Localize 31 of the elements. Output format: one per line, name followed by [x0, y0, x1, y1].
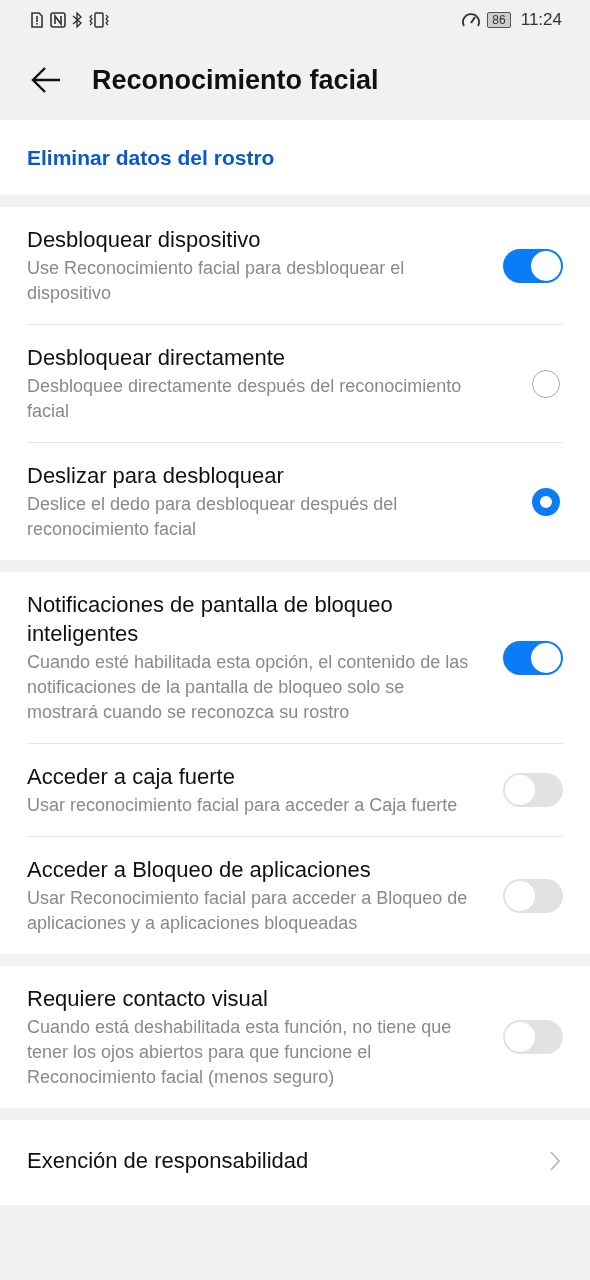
toggle-switch[interactable]	[503, 773, 563, 807]
setting-description: Cuando esté habilitada esta opción, el contenido de las notificaciones de la pantalla de bloqueo solo se mostrará cuando se reconozca su rostro	[27, 651, 470, 724]
speedometer-icon	[461, 12, 482, 28]
setting-description: Cuando está deshabilitada esta función, no tiene que tener los ojos abiertos para que funcione el Reconocimiento facial (menos seguro)	[27, 1016, 453, 1089]
setting-description: Usar reconocimiento facial para acceder a Caja fuerte	[27, 794, 459, 817]
setting-title: Desbloquear directamente	[27, 344, 287, 372]
setting-title: Requiere contacto visual	[27, 985, 269, 1013]
delete-face-data-link[interactable]: Eliminar datos del rostro	[27, 145, 275, 170]
setting-title: Acceder a caja fuerte	[27, 763, 236, 791]
status-time: 11:24	[520, 10, 562, 30]
toggle-switch[interactable]	[503, 878, 563, 913]
vibrate-icon	[88, 12, 110, 28]
toggle-switch[interactable]	[503, 640, 563, 675]
setting-title: Exención de responsabilidad	[27, 1147, 310, 1175]
toggle-switch[interactable]	[503, 248, 563, 283]
battery-level: 86	[487, 12, 511, 28]
setting-description: Desbloquee directamente después del reconocimiento facial	[27, 375, 463, 423]
chevron-right-icon	[550, 1150, 560, 1171]
setting-description: Use Reconocimiento facial para desbloquear el dispositivo	[27, 257, 406, 305]
setting-description: Usar Reconocimiento facial para acceder a Bloqueo de aplicaciones y a aplicaciones bloqueadas	[27, 887, 469, 935]
toggle-switch[interactable]	[503, 1020, 563, 1054]
sim-alert-icon	[30, 12, 44, 28]
bluetooth-icon	[72, 12, 82, 28]
radio-button[interactable]	[532, 487, 560, 516]
page-title: Reconocimiento facial	[92, 64, 379, 96]
setting-title: Notificaciones de pantalla de bloqueo inteligentes	[27, 591, 394, 648]
setting-title: Desbloquear dispositivo	[27, 226, 262, 254]
nfc-icon	[50, 12, 66, 28]
setting-description: Deslice el dedo para desbloquear después del reconocimiento facial	[27, 493, 399, 541]
setting-title: Acceder a Bloqueo de aplicaciones	[27, 856, 372, 884]
setting-title: Deslizar para desbloquear	[27, 462, 285, 490]
